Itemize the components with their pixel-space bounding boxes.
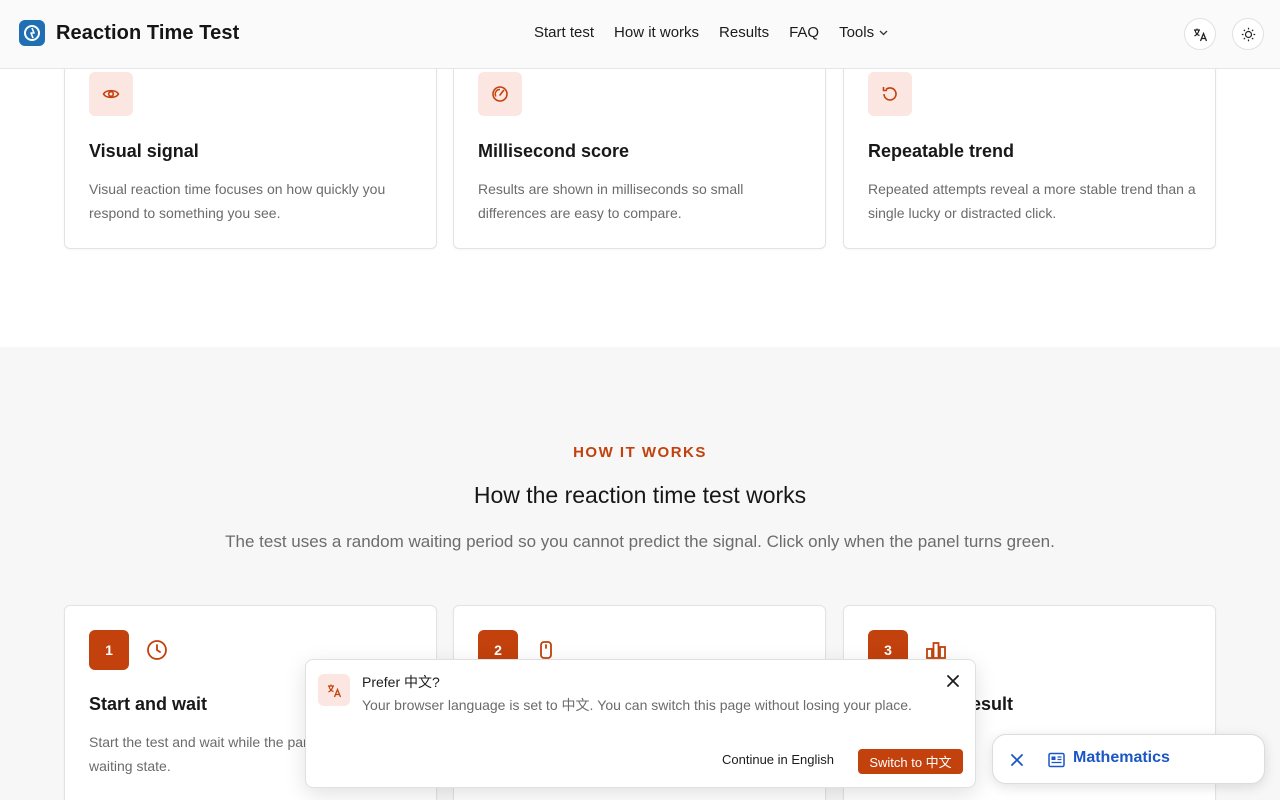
section-subtitle: The test uses a random waiting period so… [225, 532, 1055, 551]
translate-icon [1193, 28, 1207, 41]
switch-language-button[interactable]: Switch to 中文 [858, 749, 963, 774]
section-title: How the reaction time test works [473, 482, 807, 508]
gauge-icon [492, 86, 508, 102]
translate-icon [318, 674, 350, 706]
sun-icon [1241, 27, 1255, 41]
step-title: Start and wait [89, 694, 208, 714]
brand[interactable]: Reaction Time Test [19, 20, 239, 46]
stopwatch-logo-icon [19, 20, 45, 46]
feature-icon-box [89, 72, 133, 116]
feature-title: Repeatable trend [868, 141, 1015, 161]
nav-tools-label: Tools [839, 24, 875, 41]
language-prompt: Prefer 中文? Your browser language is set … [305, 659, 976, 788]
feature-card-visual-signal: Visual signal Visual reaction time focus… [64, 40, 437, 249]
nav-results[interactable]: Results [719, 24, 769, 41]
nav-how-it-works[interactable]: How it works [614, 24, 699, 41]
feature-text: Results are shown in milliseconds so sma… [478, 181, 744, 221]
article-icon [1048, 752, 1065, 768]
site-header: Reaction Time Test Start test How it wor… [0, 0, 1280, 69]
feature-card-millisecond-score: Millisecond score Results are shown in m… [453, 40, 826, 249]
theme-toggle-button[interactable] [1232, 18, 1264, 50]
feature-icon-box [478, 72, 522, 116]
language-prompt-body: Your browser language is set to 中文. You … [362, 697, 912, 713]
feature-text: Repeated attempts reveal a more stable t… [868, 181, 1196, 221]
step-number: 1 [89, 630, 129, 670]
section-eyebrow: HOW IT WORKS [573, 444, 707, 461]
refresh-icon [882, 87, 897, 101]
feature-text: Visual reaction time focuses on how quic… [89, 181, 386, 221]
language-button[interactable] [1184, 18, 1216, 50]
eye-icon [102, 89, 120, 99]
mathematics-link[interactable]: Mathematics [1073, 749, 1170, 767]
main-nav: Start test How it works Results FAQ Tool… [534, 24, 908, 41]
nav-start-test[interactable]: Start test [534, 24, 594, 41]
feature-icon-box [868, 72, 912, 116]
continue-english-button[interactable]: Continue in English [722, 752, 834, 767]
chevron-down-icon [879, 30, 888, 35]
nav-tools-dropdown[interactable]: Tools [839, 24, 888, 41]
mathematics-chip: Mathematics [992, 734, 1265, 784]
site-title: Reaction Time Test [56, 21, 240, 44]
close-icon[interactable] [1009, 752, 1025, 768]
language-prompt-title: Prefer 中文? [362, 674, 440, 690]
feature-title: Millisecond score [478, 141, 630, 161]
feature-title: Visual signal [89, 141, 199, 161]
feature-card-repeatable-trend: Repeatable trend Repeated attempts revea… [843, 40, 1216, 249]
clock-icon [147, 640, 167, 660]
nav-faq[interactable]: FAQ [789, 24, 819, 41]
close-icon[interactable] [945, 673, 961, 689]
